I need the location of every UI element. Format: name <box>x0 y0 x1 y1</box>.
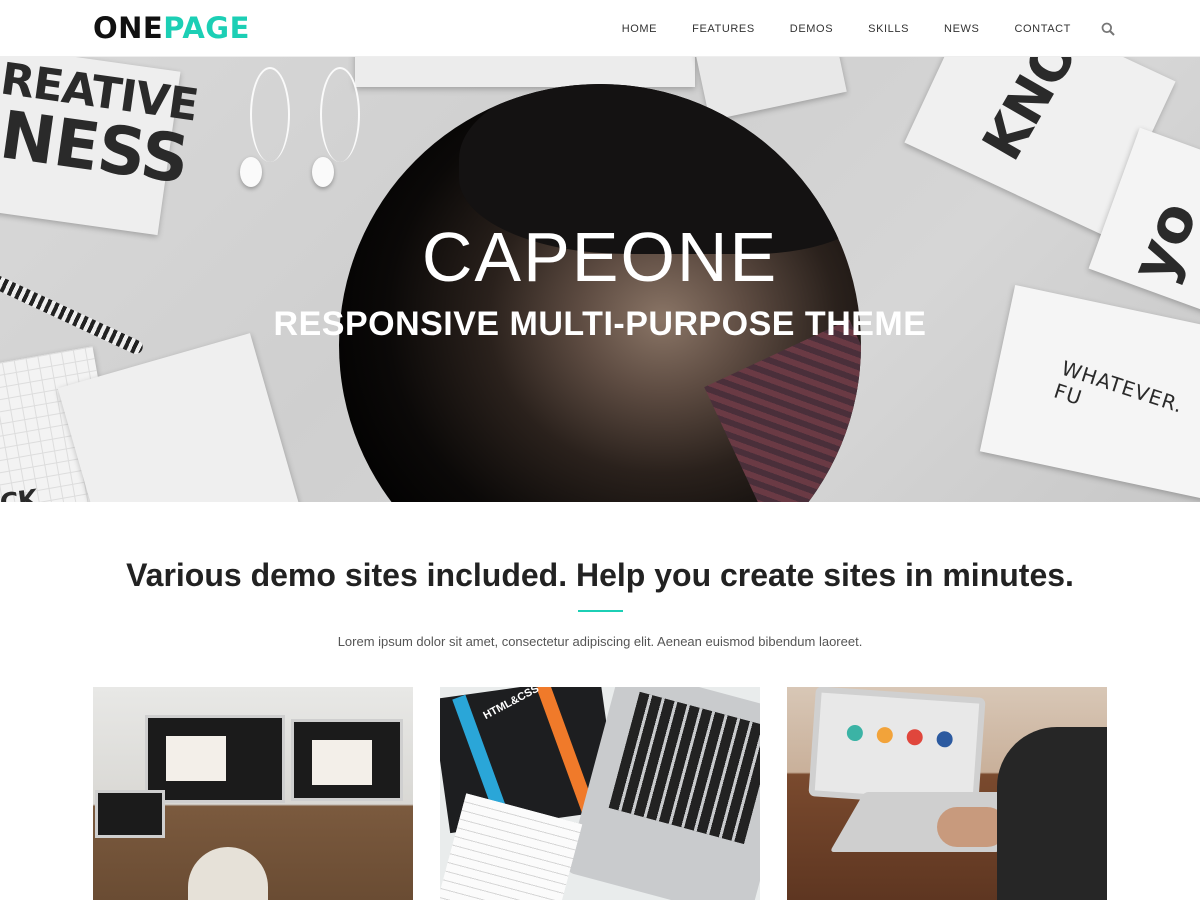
hero-subtitle: RESPONSIVE MULTI-PURPOSE THEME <box>273 305 927 343</box>
monitor-image <box>291 719 403 801</box>
nav-demos[interactable]: DEMOS <box>790 23 833 35</box>
earbud-image <box>312 157 334 187</box>
laptop-screen-dot <box>906 728 924 746</box>
earphone-cable <box>250 67 290 162</box>
laptop-image <box>808 687 986 808</box>
laptop-screen-dot <box>846 724 864 742</box>
laptop-image <box>95 790 165 838</box>
laptop-screen-dot <box>876 726 894 744</box>
hero-title: CAPEONE <box>421 218 779 296</box>
monitor-screen <box>312 740 372 785</box>
demo-thumbnail[interactable] <box>93 687 413 900</box>
person-image <box>997 727 1107 900</box>
monitor-screen <box>166 736 226 781</box>
nav-news[interactable]: NEWS <box>944 23 979 35</box>
hero-paper <box>355 57 695 87</box>
portrait-scarf <box>704 319 861 502</box>
search-icon[interactable] <box>1101 22 1115 36</box>
nav-contact[interactable]: CONTACT <box>1014 23 1071 35</box>
section-text: Lorem ipsum dolor sit amet, consectetur … <box>337 634 863 649</box>
nav-home[interactable]: HOME <box>622 23 657 35</box>
earbud-image <box>240 157 262 187</box>
site-header: ONEPAGE HOME FEATURES DEMOS SKILLS NEWS … <box>0 0 1200 57</box>
chair-image <box>188 847 268 900</box>
monitor-image <box>145 715 285 803</box>
logo-part-one: ONE <box>93 11 164 45</box>
main-nav: HOME FEATURES DEMOS SKILLS NEWS CONTACT <box>622 0 1115 57</box>
demo-thumbnail[interactable] <box>787 687 1107 900</box>
section-divider <box>578 610 623 612</box>
logo-part-two: PAGE <box>163 11 250 45</box>
nav-features[interactable]: FEATURES <box>692 23 755 35</box>
laptop-screen-dot <box>936 730 954 748</box>
section-title: Various demo sites included. Help you cr… <box>126 557 1074 593</box>
keyboard-image <box>608 691 760 844</box>
demo-thumbnail[interactable]: HTML&CSS <box>440 687 760 900</box>
nav-skills[interactable]: SKILLS <box>868 23 909 35</box>
earphone-cable <box>320 67 360 162</box>
hero-banner: REATIVE NESS KNO yo WHATEVER. FU CK CAPE… <box>0 57 1200 502</box>
site-logo[interactable]: ONEPAGE <box>93 12 250 44</box>
book-label: HTML&CSS <box>481 687 541 723</box>
